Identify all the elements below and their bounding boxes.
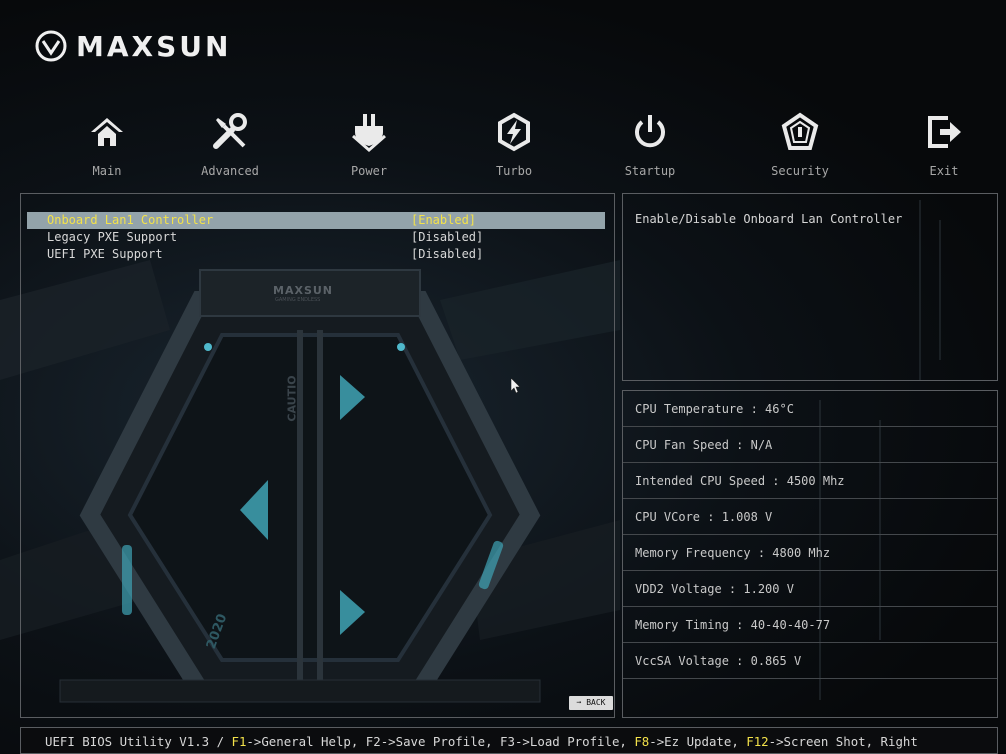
footer-key-f12: F12 bbox=[746, 734, 769, 749]
info-cpu-temperature: CPU Temperature : 46°C bbox=[623, 391, 997, 427]
info-text: VccSA Voltage : 0.865 V bbox=[635, 654, 802, 668]
tab-power-label: Power bbox=[350, 164, 388, 178]
footer-prefix: UEFI BIOS Utility V1.3 / bbox=[45, 734, 232, 749]
tab-security-label: Security bbox=[771, 164, 829, 178]
info-text: CPU Temperature : 46°C bbox=[635, 402, 794, 416]
brand-wordmark: MAXSUN bbox=[76, 29, 232, 63]
help-text: Enable/Disable Onboard Lan Controller bbox=[635, 212, 903, 226]
tools-icon bbox=[213, 113, 247, 149]
settings-panel: Onboard Lan1 Controller [Enabled] Legacy… bbox=[20, 193, 615, 718]
tab-advanced[interactable]: Advanced bbox=[180, 100, 280, 185]
setting-value[interactable]: [Disabled] bbox=[411, 246, 483, 263]
footer-f8-text: ->Ez Update, bbox=[649, 734, 747, 749]
info-cpu-vcore: CPU VCore : 1.008 V bbox=[623, 499, 997, 535]
footer-hint-bar: UEFI BIOS Utility V1.3 / F1->General Hel… bbox=[20, 727, 998, 754]
tab-main[interactable]: Main bbox=[57, 100, 157, 185]
setting-value[interactable]: [Enabled] bbox=[411, 212, 476, 229]
tab-turbo-label: Turbo bbox=[495, 164, 533, 178]
security-shield-icon bbox=[781, 112, 819, 150]
info-vccsa-voltage: VccSA Voltage : 0.865 V bbox=[623, 643, 997, 679]
art-brand-subtext: GAMING ENDLESS bbox=[275, 297, 321, 303]
info-cpu-fan-speed: CPU Fan Speed : N/A bbox=[623, 427, 997, 463]
main-navigation: Main Advanced Power Turbo Startup Securi… bbox=[0, 100, 1006, 190]
power-button-icon bbox=[635, 115, 665, 148]
info-text: Memory Timing : 40-40-40-77 bbox=[635, 618, 831, 632]
setting-row-uefi-pxe[interactable]: UEFI PXE Support [Disabled] bbox=[27, 246, 605, 263]
footer-key-f1: F1 bbox=[231, 734, 247, 749]
info-text: Intended CPU Speed : 4500 Mhz bbox=[635, 474, 845, 488]
back-arrow-icon: ➞ bbox=[576, 698, 582, 707]
setting-row-legacy-pxe[interactable]: Legacy PXE Support [Disabled] bbox=[27, 229, 605, 246]
mouse-cursor-icon bbox=[511, 378, 521, 394]
info-memory-frequency: Memory Frequency : 4800 Mhz bbox=[623, 535, 997, 571]
setting-row-onboard-lan1[interactable]: Onboard Lan1 Controller [Enabled] bbox=[27, 212, 605, 229]
setting-name: Legacy PXE Support bbox=[47, 230, 178, 244]
tab-main-label: Main bbox=[92, 164, 122, 178]
setting-value[interactable]: [Disabled] bbox=[411, 229, 483, 246]
system-info-panel: CPU Temperature : 46°C CPU Fan Speed : N… bbox=[622, 390, 998, 718]
tab-security[interactable]: Security bbox=[750, 100, 850, 185]
footer-hint-text: UEFI BIOS Utility V1.3 / F1->General Hel… bbox=[45, 734, 918, 749]
tab-power[interactable]: Power bbox=[319, 100, 419, 185]
info-text: Memory Frequency : 4800 Mhz bbox=[635, 546, 831, 560]
back-label: BACK bbox=[586, 698, 606, 707]
info-text: CPU VCore : 1.008 V bbox=[635, 510, 773, 524]
maxsun-logo-icon bbox=[35, 30, 67, 62]
info-text: VDD2 Voltage : 1.200 V bbox=[635, 582, 794, 596]
footer-f1-text: ->General Help, F2->Save Profile, F3->Lo… bbox=[246, 734, 635, 749]
setting-name: UEFI PXE Support bbox=[47, 247, 163, 261]
back-button[interactable]: ➞ BACK bbox=[569, 696, 613, 710]
info-text: CPU Fan Speed : N/A bbox=[635, 438, 773, 452]
power-plug-icon bbox=[352, 114, 386, 152]
info-memory-timing: Memory Timing : 40-40-40-77 bbox=[623, 607, 997, 643]
tab-exit[interactable]: Exit bbox=[894, 100, 994, 185]
setting-name: Onboard Lan1 Controller bbox=[47, 213, 214, 227]
tab-turbo[interactable]: Turbo bbox=[464, 100, 564, 185]
brand-logo: MAXSUN bbox=[34, 26, 231, 66]
footer-f12-text: ->Screen Shot, Right bbox=[768, 734, 918, 749]
help-panel: Enable/Disable Onboard Lan Controller bbox=[622, 193, 998, 381]
footer-key-f8: F8 bbox=[634, 734, 650, 749]
art-brand-text: MAXSUN bbox=[273, 284, 334, 297]
tab-exit-label: Exit bbox=[929, 164, 959, 178]
info-vdd2-voltage: VDD2 Voltage : 1.200 V bbox=[623, 571, 997, 607]
turbo-lightning-icon bbox=[498, 112, 530, 152]
home-icon bbox=[91, 118, 123, 146]
art-year-text: 2020 bbox=[203, 611, 231, 652]
tab-startup-label: Startup bbox=[624, 164, 676, 178]
tab-startup[interactable]: Startup bbox=[600, 100, 700, 185]
info-intended-cpu-speed: Intended CPU Speed : 4500 Mhz bbox=[623, 463, 997, 499]
exit-icon bbox=[928, 116, 961, 148]
art-caution-text: CAUTIO bbox=[285, 375, 299, 422]
tab-advanced-label: Advanced bbox=[201, 164, 259, 178]
